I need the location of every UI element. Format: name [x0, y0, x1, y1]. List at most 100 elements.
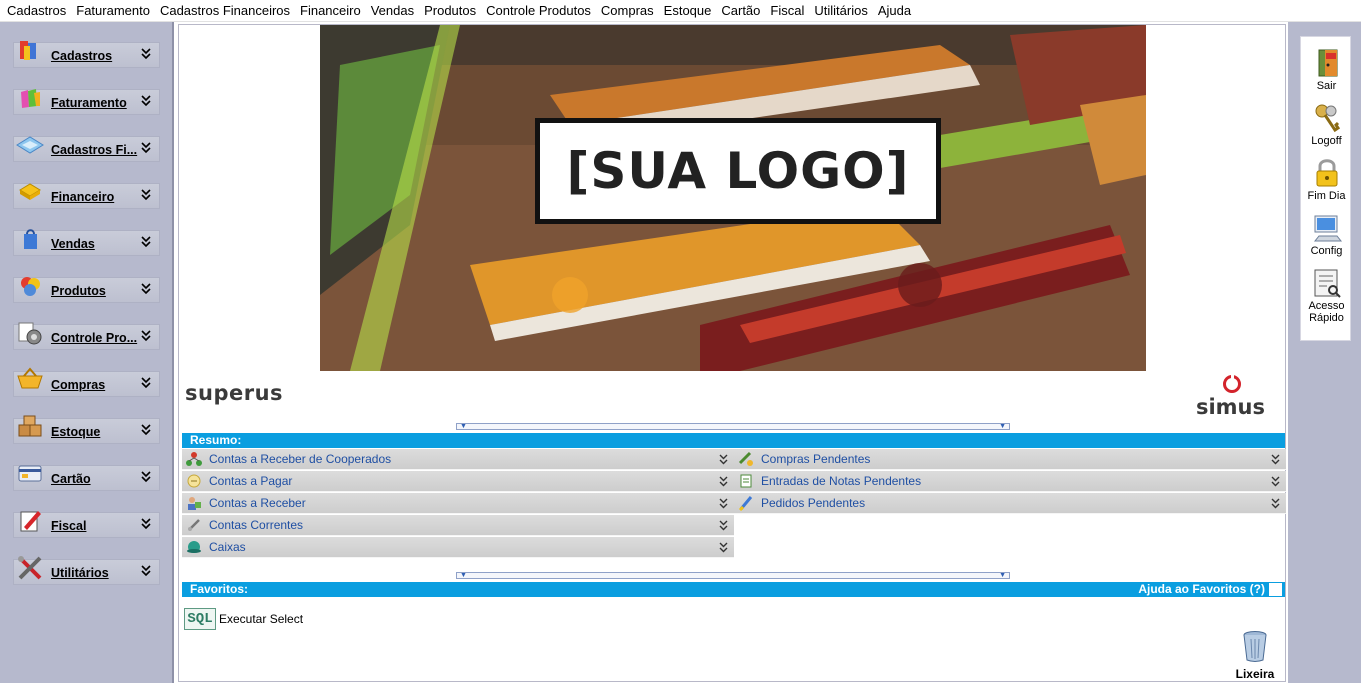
resumo-item-entradas-notas-pendentes[interactable]: Entradas de Notas Pendentes — [734, 471, 1286, 492]
toolbar-label: Logoff — [1311, 135, 1342, 147]
estoque-icon — [18, 415, 42, 437]
menu-fiscal[interactable]: Fiscal — [765, 0, 809, 22]
sidebar-item-compras[interactable]: Compras — [13, 367, 160, 397]
toolbar-logoff-button[interactable]: Logoff — [1301, 102, 1352, 147]
toolbar-label: Acesso Rápido — [1308, 300, 1345, 324]
controle-produtos-icon — [18, 322, 42, 345]
vendas-icon — [24, 229, 37, 249]
fiscal-icon — [20, 511, 41, 532]
chevron-down-icon — [141, 330, 151, 342]
resumo-item-contas-pagar[interactable]: Contas a Pagar — [182, 471, 734, 492]
toolbar-acesso-rapido-button[interactable]: Acesso Rápido — [1301, 267, 1352, 324]
sidebar-item-controle-produtos[interactable]: Controle Pro... — [13, 322, 160, 350]
sidebar-item-utilitarios[interactable]: Utilitários — [13, 556, 160, 585]
keys-icon — [1315, 104, 1340, 133]
panel-splitter[interactable]: ▼ ▼ — [456, 572, 1010, 579]
contas-pagar-icon — [187, 474, 201, 488]
favorito-label: Executar Select — [219, 612, 304, 626]
resumo-item-contas-receber-cooperados[interactable]: Contas a Receber de Cooperados — [182, 449, 734, 470]
sidebar-item-cadastros-financeiros[interactable]: Cadastros Fi... — [13, 136, 160, 162]
menu-vendas[interactable]: Vendas — [366, 0, 419, 22]
sidebar-item-label: Vendas — [51, 237, 95, 251]
chevron-down-icon — [1271, 454, 1280, 465]
menu-cartao[interactable]: Cartão — [716, 0, 765, 22]
chevron-down-icon — [141, 565, 151, 577]
menu-compras[interactable]: Compras — [596, 0, 659, 22]
chevron-down-icon — [141, 518, 151, 530]
menu-financeiro[interactable]: Financeiro — [295, 0, 366, 22]
sidebar-item-cadastros[interactable]: Cadastros — [13, 41, 160, 68]
toolbar-config-button[interactable]: Config — [1301, 212, 1352, 257]
menu-estoque[interactable]: Estoque — [659, 0, 717, 22]
sidebar-item-faturamento[interactable]: Faturamento — [13, 89, 160, 115]
favoritos-title: Favoritos: — [190, 582, 249, 596]
contas-receber-icon — [188, 497, 201, 510]
faturamento-icon — [21, 89, 40, 108]
resumo-item-contas-correntes[interactable]: Contas Correntes — [182, 515, 734, 536]
menu-controle-produtos[interactable]: Controle Produtos — [481, 0, 596, 22]
cooperados-icon — [186, 452, 202, 466]
sidebar-item-label: Controle Pro... — [51, 331, 138, 345]
sidebar-item-vendas[interactable]: Vendas — [13, 229, 160, 256]
menu-cadastros-financeiros[interactable]: Cadastros Financeiros — [155, 0, 295, 22]
trash-bin-icon — [1243, 631, 1267, 662]
sidebar-item-label: Compras — [51, 378, 106, 392]
resumo-item-pedidos-pendentes[interactable]: Pedidos Pendentes — [734, 493, 1286, 514]
chevron-down-icon — [141, 48, 151, 60]
chevron-down-icon — [719, 542, 728, 553]
chevron-down-icon — [719, 498, 728, 509]
sidebar: Cadastros Faturamento Cadastros Fi... Fi… — [0, 22, 174, 683]
simus-logo: simus — [1195, 395, 1265, 419]
chevron-down-icon — [719, 476, 728, 487]
utilitarios-icon — [18, 556, 42, 580]
toolbar-label: Sair — [1316, 80, 1337, 92]
sidebar-item-label: Cartão — [51, 472, 91, 486]
compras-pendentes-icon — [738, 451, 753, 466]
toolbar-label: Fim Dia — [1307, 190, 1346, 202]
resumo-item-compras-pendentes[interactable]: Compras Pendentes — [734, 449, 1286, 470]
lixeira-button[interactable]: Lixeira — [1232, 629, 1278, 681]
menu-faturamento[interactable]: Faturamento — [71, 0, 155, 22]
chevron-down-icon — [141, 283, 151, 295]
computer-icon — [1313, 215, 1342, 242]
compras-icon — [17, 367, 43, 389]
lixeira-label: Lixeira — [1235, 667, 1275, 681]
panel-splitter[interactable]: ▼ ▼ — [456, 423, 1010, 430]
menu-ajuda[interactable]: Ajuda — [873, 0, 916, 22]
chevron-down-icon — [141, 142, 151, 154]
banner-image: [SUA LOGO] — [320, 25, 1146, 371]
sidebar-item-label: Utilitários — [51, 566, 109, 580]
chevron-down-icon — [141, 189, 151, 201]
exit-door-icon — [1318, 49, 1337, 77]
superus-logo: superus — [185, 381, 284, 405]
main-panel: [SUA LOGO] superus simus ▼ ▼ Resumo: Cont… — [178, 24, 1286, 682]
favoritos-help-link[interactable]: Ajuda ao Favoritos (?) — [1138, 582, 1265, 597]
menu-bar: Cadastros Faturamento Cadastros Financei… — [0, 0, 1361, 22]
toolbar-sair-button[interactable]: Sair — [1301, 47, 1352, 92]
resumo-header: Resumo: — [182, 433, 1285, 448]
sidebar-item-cartao[interactable]: Cartão — [13, 465, 160, 491]
financeiro-icon — [19, 183, 41, 200]
resumo-title: Resumo: — [190, 433, 242, 447]
sidebar-item-label: Cadastros Fi... — [51, 143, 138, 157]
quick-access-icon — [1314, 269, 1341, 298]
resumo-item-contas-receber[interactable]: Contas a Receber — [182, 493, 734, 514]
sidebar-item-label: Cadastros — [51, 49, 113, 63]
menu-utilitarios[interactable]: Utilitários — [809, 0, 872, 22]
favorito-executar-select[interactable]: SQL Executar Select — [184, 608, 303, 630]
toolbar-fim-dia-button[interactable]: Fim Dia — [1301, 157, 1352, 202]
sidebar-item-produtos[interactable]: Produtos — [13, 277, 160, 303]
menu-cadastros[interactable]: Cadastros — [2, 0, 71, 22]
simus-logo-mark — [1223, 373, 1241, 393]
menu-produtos[interactable]: Produtos — [419, 0, 481, 22]
sidebar-item-estoque[interactable]: Estoque — [13, 415, 160, 444]
favoritos-help-checkbox[interactable] — [1269, 583, 1282, 596]
sidebar-item-fiscal[interactable]: Fiscal — [13, 511, 160, 538]
right-toolbar: Sair Logoff Fim Dia Config Acesso Rápido — [1300, 36, 1351, 341]
resumo-item-caixas[interactable]: Caixas — [182, 537, 734, 558]
chevron-down-icon — [719, 454, 728, 465]
sidebar-item-financeiro[interactable]: Financeiro — [13, 183, 160, 209]
chevron-down-icon — [719, 520, 728, 531]
padlock-icon — [1316, 159, 1337, 187]
logo-placeholder: [SUA LOGO] — [535, 118, 941, 224]
